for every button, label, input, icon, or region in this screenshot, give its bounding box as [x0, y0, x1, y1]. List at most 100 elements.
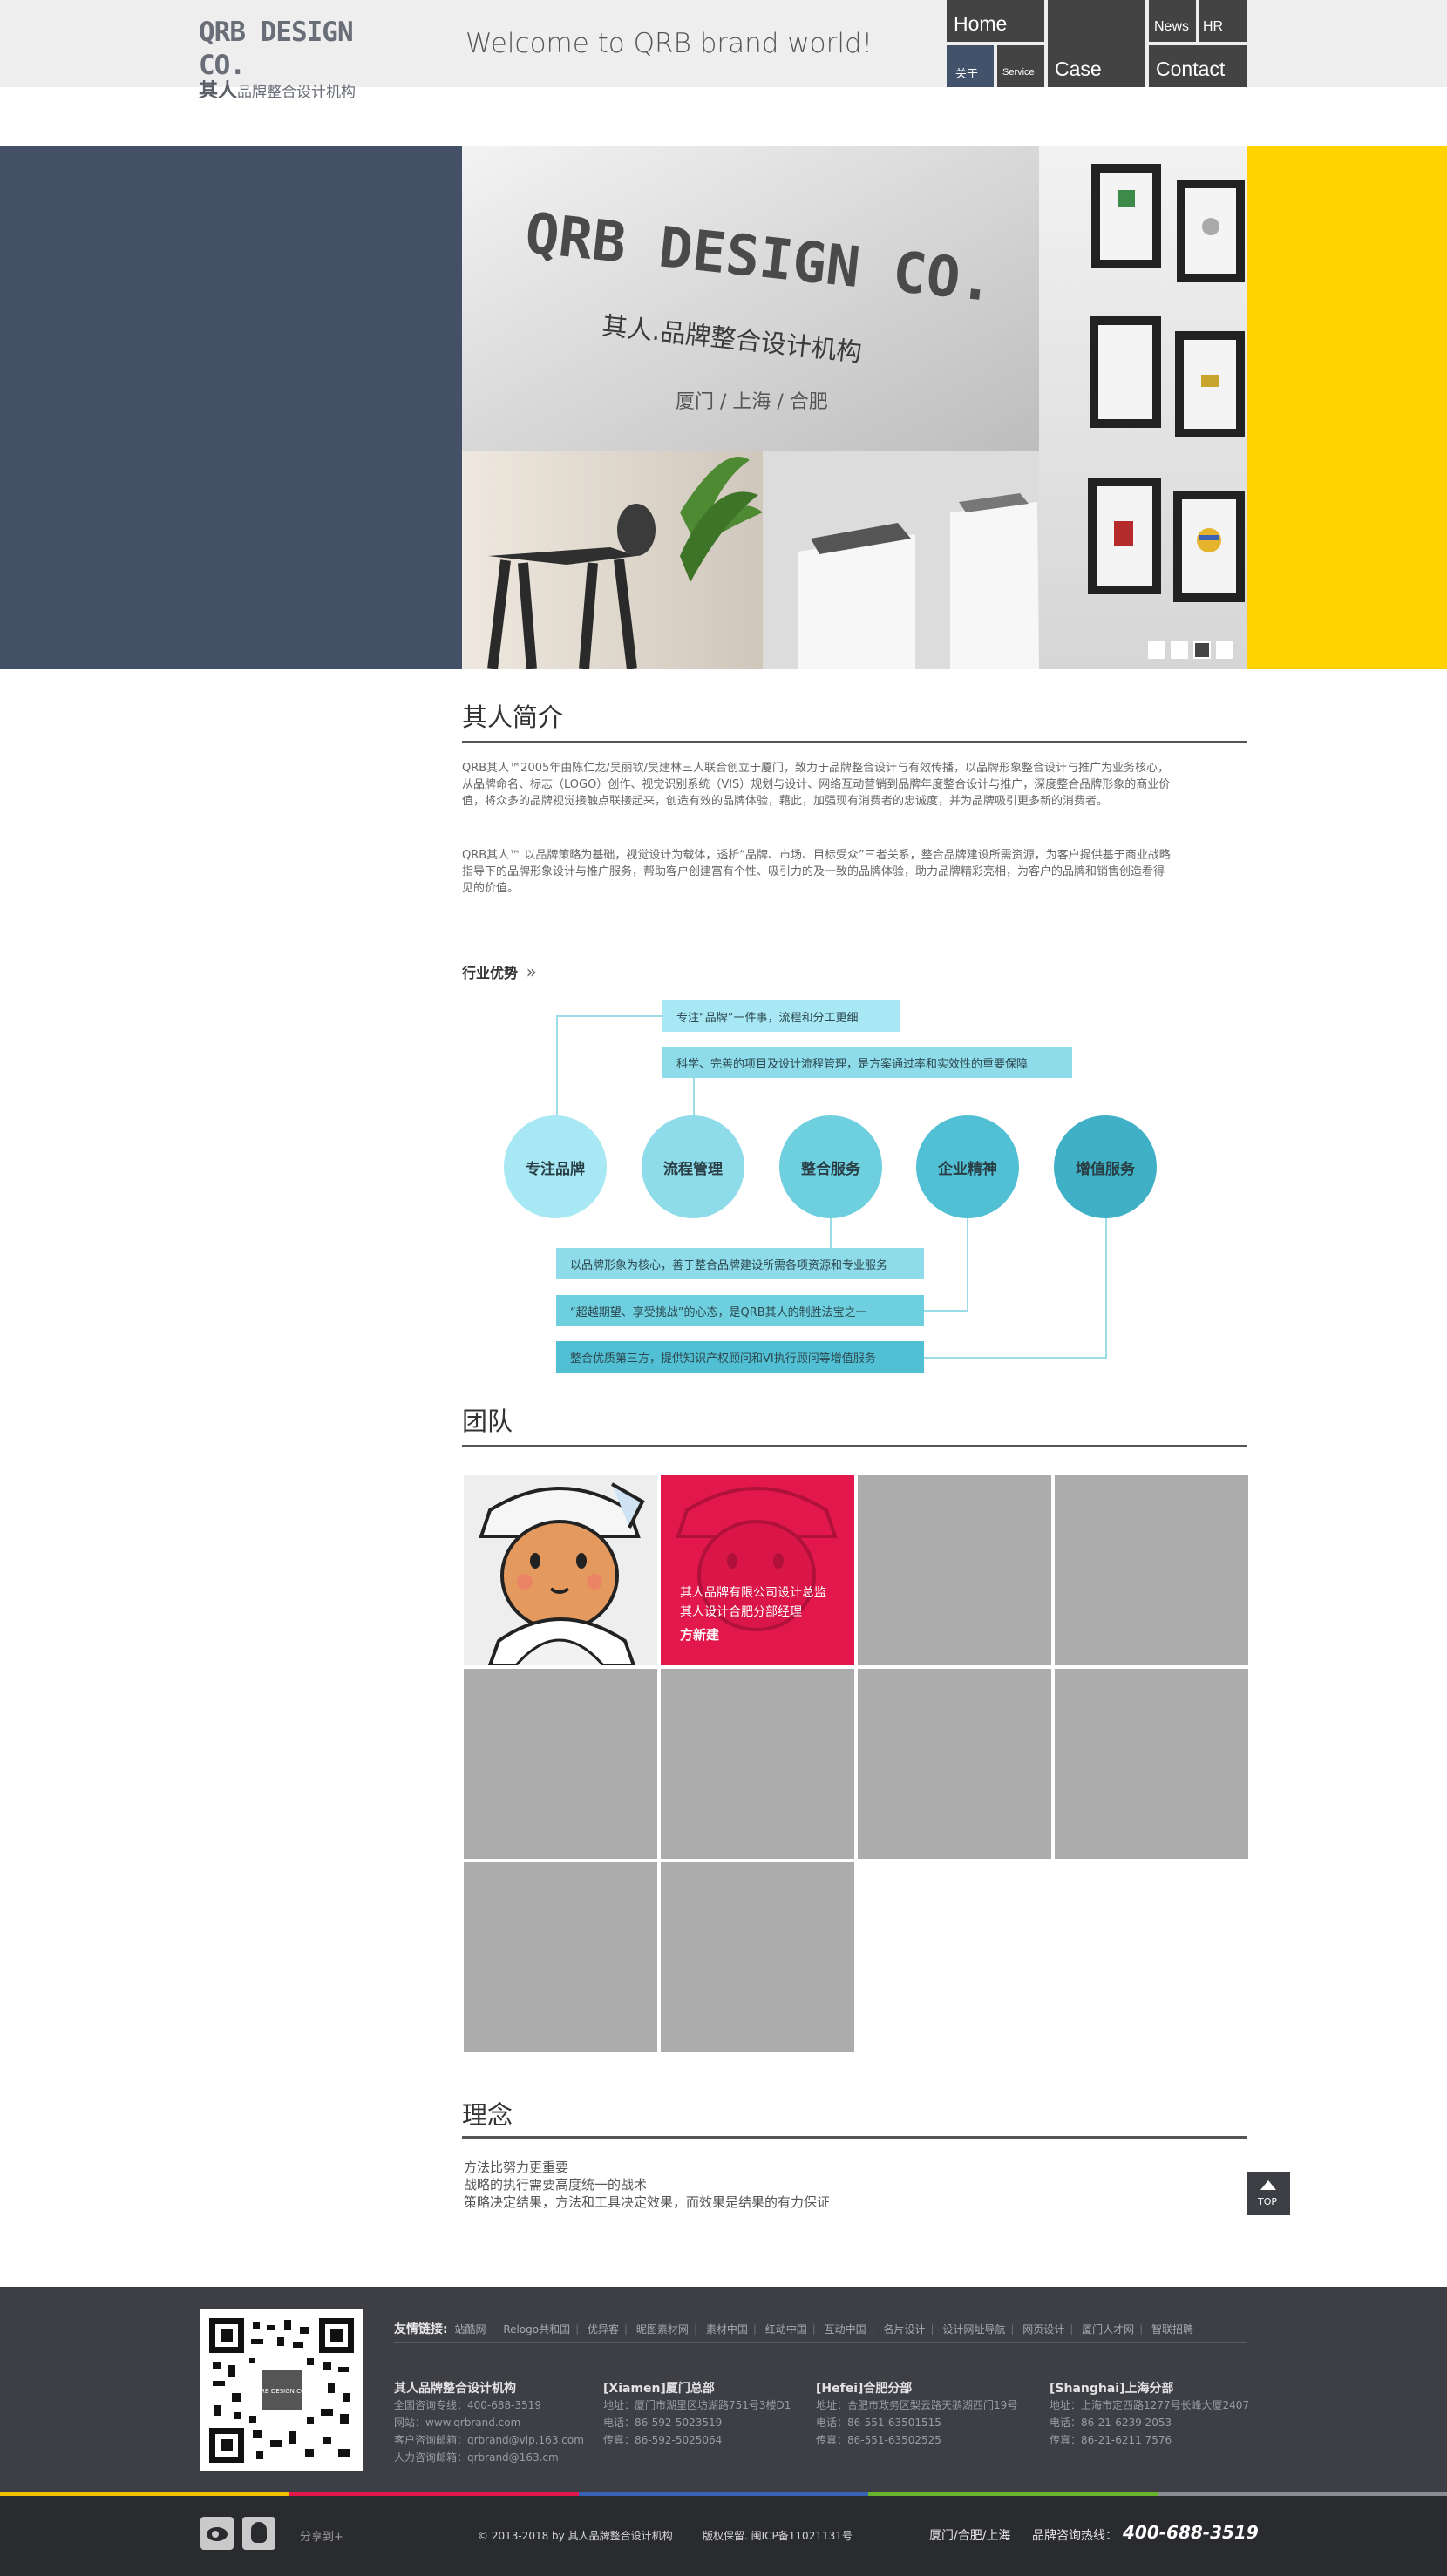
site-header: QRB DESIGN CO. 其人品牌整合设计机构 Welcome to QRB…	[0, 0, 1447, 101]
hero-photo[interactable]: QRB DESIGN CO. 其人.品牌整合设计机构 厦门 / 上海 / 合肥	[462, 146, 1247, 669]
friend-link[interactable]: 昵图素材网	[636, 2323, 689, 2335]
nav-hr-label: HR	[1203, 19, 1224, 34]
advantages-title: 行业优势	[462, 965, 519, 981]
connector-line	[693, 1078, 695, 1117]
team-member-tile[interactable]	[1055, 1669, 1248, 1859]
slide-dot-4[interactable]	[1216, 641, 1233, 659]
hefei-line: 地址：合肥市政务区梨云路天鹅湖西门19号	[816, 2399, 1018, 2411]
nav-case[interactable]: Case	[1048, 0, 1145, 87]
connector-line	[1105, 1218, 1107, 1358]
company-line: 全国咨询专线：400-688-3519	[394, 2399, 542, 2411]
connector-line	[924, 1310, 968, 1312]
qr-code: QRB DESIGN CO.	[200, 2309, 363, 2471]
team-member-tile[interactable]	[464, 1669, 657, 1859]
weibo-icon[interactable]	[200, 2517, 234, 2550]
shanghai-line: 传真：86-21-6211 7576	[1050, 2434, 1172, 2446]
logo-wordmark: QRB DESIGN CO.	[199, 17, 354, 81]
bottom-cities: 厦门/合肥/上海	[929, 2529, 1011, 2543]
company-line: 人力咨询邮箱：qrbrand@163.cm	[394, 2451, 559, 2464]
nav-news[interactable]: News	[1149, 0, 1196, 42]
connector-line	[556, 1015, 662, 1017]
member-role-1: 其人品牌有限公司设计总监	[680, 1586, 826, 1600]
icp-record: 版权保留. 闽ICP备11021131号	[703, 2530, 853, 2542]
friend-link[interactable]: 站酷网	[454, 2323, 486, 2335]
xiamen-line: 地址：厦门市湖里区坊湖路751号3楼D1	[603, 2399, 791, 2411]
friend-links-label: 友情链接:	[394, 2322, 448, 2336]
copyright: © 2013-2018 by 其人品牌整合设计机构	[478, 2530, 673, 2542]
philosophy-divider	[462, 2136, 1247, 2139]
philosophy-line-2: 战略的执行需要高度统一的战术	[464, 2177, 648, 2193]
back-to-top-button[interactable]: TOP	[1247, 2172, 1290, 2215]
friend-link[interactable]: 互动中国	[825, 2323, 866, 2335]
friend-link[interactable]: 智联招聘	[1151, 2323, 1193, 2335]
advantage-circle-4: 企业精神	[916, 1115, 1019, 1218]
team-member-tile[interactable]	[858, 1669, 1051, 1859]
nav-home-label: Home	[954, 12, 1008, 35]
connector-line	[967, 1218, 968, 1311]
advantage-circle-3: 整合服务	[779, 1115, 882, 1218]
friend-link[interactable]: Relogo共和国	[503, 2323, 570, 2335]
advantage-box-top-2: 科学、完善的项目及设计流程管理，是方案通过率和实效性的重要保障	[662, 1047, 1072, 1078]
nav-case-label: Case	[1055, 58, 1102, 80]
team-member-tile[interactable]	[464, 1862, 657, 2052]
bottom-bar: 分享到+ © 2013-2018 by 其人品牌整合设计机构 版权保留. 闽IC…	[0, 2496, 1447, 2576]
hotline-label: 品牌咨询热线：	[1032, 2529, 1118, 2543]
connector-line	[830, 1218, 832, 1248]
hefei-title: [Hefei]合肥分部	[816, 2382, 913, 2396]
friend-link[interactable]: 优异客	[588, 2323, 619, 2335]
intro-paragraph-1: QRB其人™2005年由陈仁龙/吴丽钦/吴建林三人联合创立于厦门，致力于品牌整合…	[462, 762, 1171, 808]
advantage-circle-2: 流程管理	[642, 1115, 744, 1218]
nav-service[interactable]: Service	[997, 45, 1044, 87]
friend-link[interactable]: 设计网址导航	[942, 2323, 1005, 2335]
team-divider	[462, 1445, 1247, 1447]
intro-title: 其人简介	[462, 702, 564, 732]
nav-contact[interactable]: Contact	[1149, 45, 1247, 87]
company-line: 网站：www.qrbrand.com	[394, 2417, 521, 2429]
friend-link[interactable]: 红动中国	[765, 2323, 807, 2335]
nav-home[interactable]: Home	[947, 0, 1044, 42]
xiamen-title: [Xiamen]厦门总部	[603, 2382, 715, 2396]
hero-banner: QRB DESIGN CO. 其人.品牌整合设计机构 厦门 / 上海 / 合肥	[0, 146, 1447, 669]
double-chevron-icon: »	[526, 961, 537, 982]
nav-contact-label: Contact	[1156, 58, 1226, 80]
qr-center-label: QRB DESIGN CO.	[256, 2388, 308, 2395]
hotline-number: 400-688-3519	[1123, 2522, 1259, 2543]
team-member-tile[interactable]	[1055, 1475, 1248, 1665]
team-member-tile[interactable]	[661, 1862, 854, 2052]
team-member-photo[interactable]	[464, 1475, 657, 1665]
team-member-card-highlighted[interactable]: 其人品牌有限公司设计总监 其人设计合肥分部经理 方新建	[661, 1475, 854, 1665]
friend-link[interactable]: 素材中国	[706, 2323, 748, 2335]
qq-icon[interactable]	[242, 2517, 275, 2550]
top-label: TOP	[1258, 2196, 1278, 2207]
advantage-box-bottom-2: “超越期望、享受挑战”的心态，是QRB其人的制胜法宝之一	[556, 1295, 924, 1326]
arrow-up-icon	[1260, 2180, 1276, 2190]
logo[interactable]: QRB DESIGN CO. 其人品牌整合设计机构	[199, 16, 399, 101]
advantage-circle-1: 专注品牌	[504, 1115, 607, 1218]
friend-link[interactable]: 网页设计	[1022, 2323, 1064, 2335]
shanghai-title: [Shanghai]上海分部	[1050, 2382, 1174, 2396]
team-member-tile[interactable]	[858, 1475, 1051, 1665]
footer-shanghai-block: [Shanghai]上海分部 地址：上海市定西路1277号长峰大厦2407 电话…	[1050, 2379, 1259, 2449]
friend-link[interactable]: 厦门人才网	[1082, 2323, 1134, 2335]
slide-dot-3[interactable]	[1193, 641, 1211, 659]
footer-xiamen-block: [Xiamen]厦门总部 地址：厦门市湖里区坊湖路751号3楼D1 电话：86-…	[603, 2379, 812, 2449]
nav-about-label: 关于	[955, 67, 979, 80]
cartoon-avatar-icon	[479, 1482, 645, 1665]
nav-about[interactable]: 关于	[947, 45, 994, 87]
links-divider	[394, 2342, 1247, 2343]
friend-link[interactable]: 名片设计	[883, 2323, 925, 2335]
hefei-line: 电话：86-551-63501515	[816, 2417, 941, 2429]
nav-hr[interactable]: HR	[1199, 0, 1247, 42]
xiamen-line: 电话：86-592-5023519	[603, 2417, 723, 2429]
slide-dot-1[interactable]	[1148, 641, 1165, 659]
welcome-text: Welcome to QRB brand world!	[465, 28, 873, 59]
advantage-box-bottom-3: 整合优质第三方，提供知识产权顾问和VI执行顾问等增值服务	[556, 1341, 924, 1373]
philosophy-line-3: 策略决定结果，方法和工具决定效果，而效果是结果的有力保证	[464, 2194, 831, 2210]
team-member-tile[interactable]	[661, 1669, 854, 1859]
hero-color-panel-left	[0, 146, 462, 669]
advantages-heading[interactable]: 行业优势 »	[462, 961, 537, 982]
wall-cities-text: 厦门 / 上海 / 合肥	[676, 391, 828, 413]
share-link[interactable]: 分享到+	[300, 2527, 343, 2544]
footer: QRB DESIGN CO. 友情链接: 站酷网 | Relogo共和国 | 优异客…	[0, 2287, 1447, 2496]
slide-dot-2[interactable]	[1171, 641, 1188, 659]
